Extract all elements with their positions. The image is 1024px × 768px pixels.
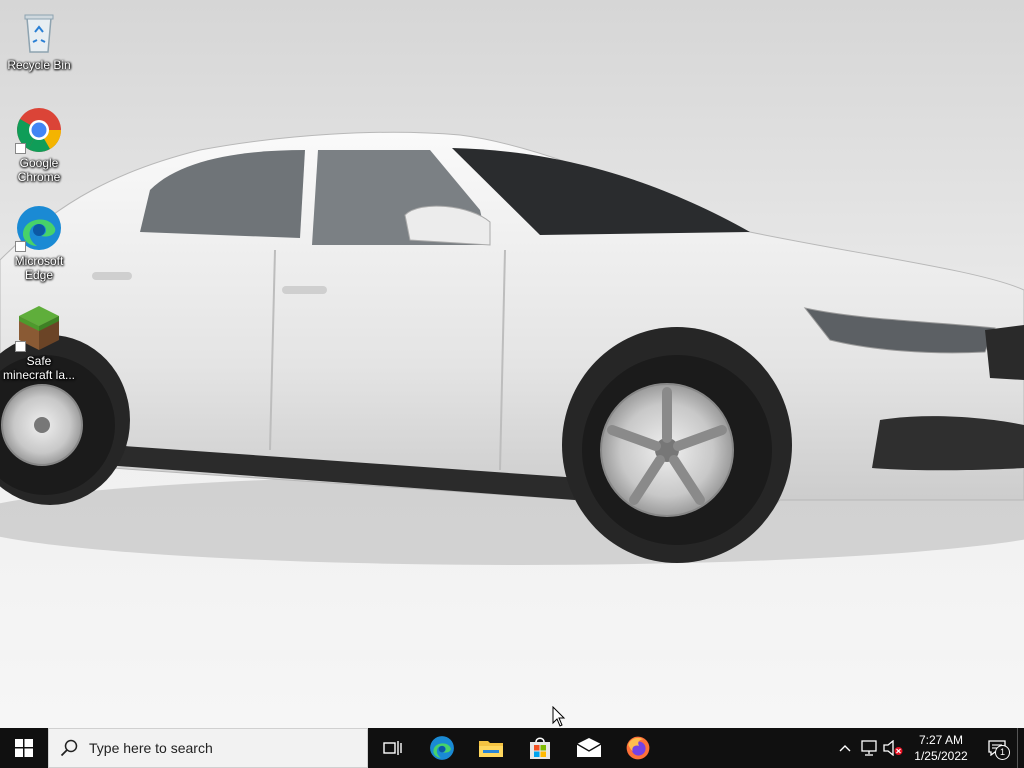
task-view-icon — [382, 741, 402, 755]
taskbar-file-explorer-button[interactable] — [466, 728, 515, 768]
minecraft-grass-block-icon — [15, 304, 63, 352]
desktop-icon-label: Safe minecraft la... — [2, 354, 76, 382]
taskbar-edge-button[interactable] — [417, 728, 466, 768]
show-hidden-icons-button[interactable] — [833, 728, 857, 768]
windows-logo-icon — [15, 739, 33, 757]
chrome-icon — [15, 106, 63, 154]
taskbar-firefox-button[interactable] — [613, 728, 662, 768]
taskbar-microsoft-store-button[interactable] — [515, 728, 564, 768]
taskbar-search-box[interactable]: Type here to search — [48, 728, 368, 768]
network-icon — [861, 740, 877, 756]
chevron-up-icon — [839, 745, 851, 752]
start-button[interactable] — [0, 728, 48, 768]
shortcut-arrow-icon — [15, 341, 26, 352]
desktop-icon-recycle-bin[interactable]: Recycle Bin — [2, 8, 76, 72]
recycle-bin-icon — [15, 8, 63, 56]
edge-icon — [429, 736, 454, 760]
taskbar-clock[interactable]: 7:27 AM 1/25/2022 — [905, 732, 977, 764]
desktop-icon-google-chrome[interactable]: Google Chrome — [2, 106, 76, 184]
shortcut-arrow-icon — [15, 241, 26, 252]
system-tray: 7:27 AM 1/25/2022 1 — [833, 728, 1024, 768]
desktop-icon-label: Recycle Bin — [7, 58, 71, 72]
mail-icon — [576, 738, 601, 757]
volume-muted-icon — [883, 740, 903, 756]
desktop-icon-safe-minecraft-launcher[interactable]: Safe minecraft la... — [2, 304, 76, 382]
task-view-button[interactable] — [368, 728, 417, 768]
search-icon — [49, 739, 89, 757]
microsoft-store-icon — [529, 737, 550, 759]
show-desktop-button[interactable] — [1017, 728, 1024, 768]
desktop-icon-microsoft-edge[interactable]: Microsoft Edge — [2, 204, 76, 282]
clock-time: 7:27 AM — [918, 733, 964, 747]
file-explorer-icon — [478, 741, 503, 757]
desktop-icon-label: Microsoft Edge — [14, 254, 64, 282]
notification-count-badge: 1 — [995, 745, 1010, 760]
edge-icon — [15, 204, 63, 252]
network-status-button[interactable] — [857, 728, 881, 768]
volume-button[interactable] — [881, 728, 905, 768]
wallpaper-car — [0, 0, 1024, 728]
desktop-icon-label: Google Chrome — [17, 156, 61, 184]
search-placeholder: Type here to search — [89, 740, 213, 756]
shortcut-arrow-icon — [15, 143, 26, 154]
firefox-icon — [626, 736, 649, 760]
taskbar: Type here to search 7:27 AM 1/25/2022 1 — [0, 728, 1024, 768]
clock-date: 1/25/2022 — [914, 749, 968, 763]
mouse-pointer-icon — [552, 706, 566, 727]
action-center-button[interactable]: 1 — [977, 728, 1017, 768]
taskbar-mail-button[interactable] — [564, 728, 613, 768]
